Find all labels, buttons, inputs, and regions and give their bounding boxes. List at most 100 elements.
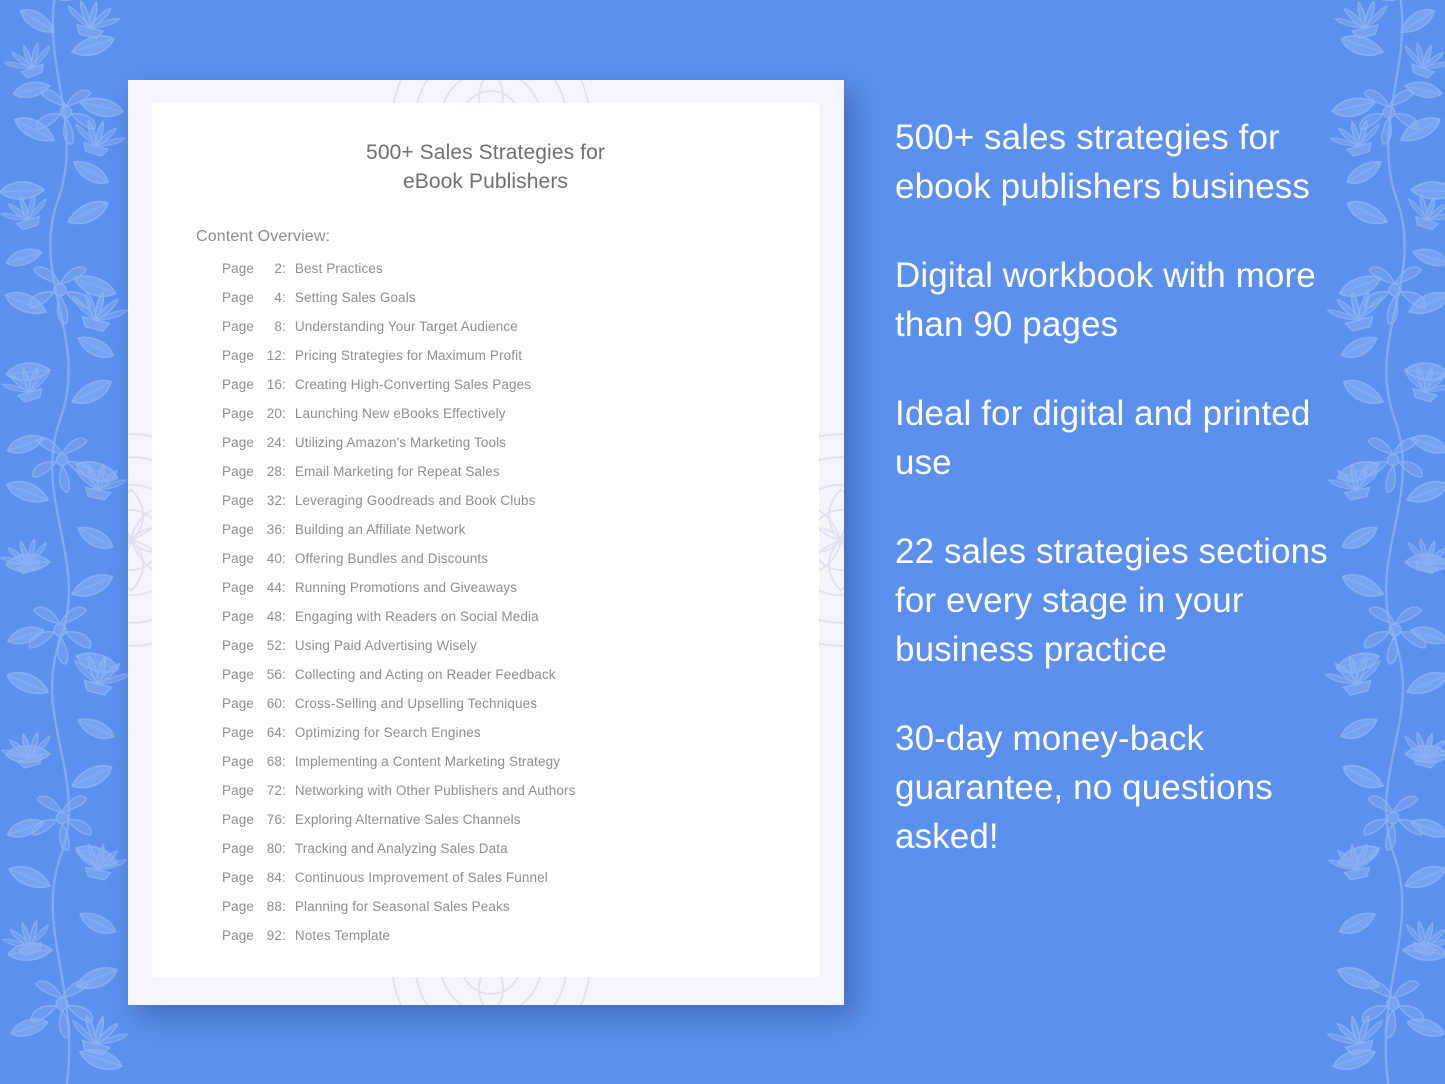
toc-separator: : xyxy=(282,783,286,798)
toc-separator: : xyxy=(282,464,286,479)
toc-page-number: 84 xyxy=(266,870,282,885)
toc-entry-title: Utilizing Amazon's Marketing Tools xyxy=(294,435,507,450)
toc-page-label: Page xyxy=(222,696,255,711)
toc-entry-title: Pricing Strategies for Maximum Profit xyxy=(294,348,523,363)
marketing-copy-block: 22 sales strategies sections for every s… xyxy=(895,532,1328,669)
toc-row: Page 12: Pricing Strategies for Maximum Pr… xyxy=(222,348,819,377)
marketing-copy-block: Digital workbook with more than 90 pages xyxy=(895,256,1316,344)
toc-page-label: Page xyxy=(222,928,255,943)
toc-page-label: Page xyxy=(222,638,255,653)
toc-entry-title: Notes Template xyxy=(294,928,391,943)
toc-page-label: Page xyxy=(222,841,255,856)
toc-page-label: Page xyxy=(222,812,255,827)
toc-row: Page 72: Networking with Other Publishers … xyxy=(222,783,819,812)
toc-page-label: Page xyxy=(222,319,255,334)
table-of-contents-list: Page 2: Best Practices Page 4: Setting Sales … xyxy=(222,261,819,957)
toc-separator: : xyxy=(282,609,286,624)
toc-separator: : xyxy=(282,696,286,711)
marketing-copy-column: 500+ sales strategies for ebook publishe… xyxy=(895,113,1365,861)
poster-background: 500+ Sales Strategies for eBook Publishe… xyxy=(0,0,1445,1084)
toc-page-label: Page xyxy=(222,899,255,914)
toc-page-number: 48 xyxy=(266,609,282,624)
toc-page-label: Page xyxy=(222,870,255,885)
toc-page-label: Page xyxy=(222,522,255,537)
toc-entry-title: Using Paid Advertising Wisely xyxy=(294,638,477,653)
toc-row: Page 40: Offering Bundles and Discounts xyxy=(222,551,819,580)
toc-page-label: Page xyxy=(222,290,255,305)
toc-entry-title: Continuous Improvement of Sales Funnel xyxy=(294,870,548,885)
toc-row: Page 76: Exploring Alternative Sales Chann… xyxy=(222,812,819,841)
toc-page-number: 20 xyxy=(266,406,282,421)
toc-entry-title: Leveraging Goodreads and Book Clubs xyxy=(294,493,536,508)
toc-separator: : xyxy=(282,493,286,508)
toc-page-label: Page xyxy=(222,725,255,740)
toc-separator: : xyxy=(282,754,286,769)
toc-page-number: 44 xyxy=(266,580,282,595)
toc-entry-title: Networking with Other Publishers and Aut… xyxy=(294,783,576,798)
page-title: 500+ Sales Strategies for eBook Publishe… xyxy=(152,138,819,196)
toc-separator: : xyxy=(282,899,286,914)
toc-row: Page 64: Optimizing for Search Engines xyxy=(222,725,819,754)
floral-vine-left-icon xyxy=(0,0,142,1084)
toc-row: Page 16: Creating High-Converting Sales Pa… xyxy=(222,377,819,406)
toc-row: Page 44: Running Promotions and Giveaways xyxy=(222,580,819,609)
toc-row: Page 68: Implementing a Content Marketing … xyxy=(222,754,819,783)
toc-entry-title: Collecting and Acting on Reader Feedback xyxy=(294,667,556,682)
toc-page-number: 2 xyxy=(274,261,282,276)
toc-separator: : xyxy=(282,319,286,334)
toc-entry-title: Setting Sales Goals xyxy=(294,290,416,305)
toc-page-label: Page xyxy=(222,754,255,769)
toc-page-number: 68 xyxy=(266,754,282,769)
toc-row: Page 4: Setting Sales Goals xyxy=(222,290,819,319)
toc-page-label: Page xyxy=(222,783,255,798)
toc-row: Page 80: Tracking and Analyzing Sales Data xyxy=(222,841,819,870)
toc-entry-title: Cross-Selling and Upselling Techniques xyxy=(294,696,538,711)
toc-entry-title: Optimizing for Search Engines xyxy=(294,725,481,740)
ebook-page-preview-card[interactable]: 500+ Sales Strategies for eBook Publishe… xyxy=(128,80,844,1005)
toc-separator: : xyxy=(282,667,286,682)
toc-page-number: 76 xyxy=(266,812,282,827)
toc-page-label: Page xyxy=(222,464,255,479)
toc-page-label: Page xyxy=(222,377,255,392)
toc-row: Page 32: Leveraging Goodreads and Book Clu… xyxy=(222,493,819,522)
toc-page-number: 32 xyxy=(266,493,282,508)
toc-separator: : xyxy=(282,580,286,595)
toc-separator: : xyxy=(282,377,286,392)
toc-page-number: 24 xyxy=(266,435,282,450)
toc-page-number: 40 xyxy=(266,551,282,566)
marketing-copy-block: Ideal for digital and printed use xyxy=(895,394,1311,482)
toc-row: Page 88: Planning for Seasonal Sales Peaks xyxy=(222,899,819,928)
toc-page-number: 92 xyxy=(266,928,282,943)
toc-entry-title: Best Practices xyxy=(294,261,383,276)
toc-separator: : xyxy=(282,638,286,653)
toc-row: Page 56: Collecting and Acting on Reader F… xyxy=(222,667,819,696)
toc-separator: : xyxy=(282,406,286,421)
toc-row: Page 48: Engaging with Readers on Social M… xyxy=(222,609,819,638)
toc-page-number: 28 xyxy=(266,464,282,479)
toc-page-number: 88 xyxy=(266,899,282,914)
toc-page-number: 36 xyxy=(266,522,282,537)
toc-separator: : xyxy=(282,725,286,740)
toc-separator: : xyxy=(282,522,286,537)
toc-separator: : xyxy=(282,928,286,943)
toc-separator: : xyxy=(282,435,286,450)
toc-row: Page 92: Notes Template xyxy=(222,928,819,957)
toc-page-number: 60 xyxy=(266,696,282,711)
toc-row: Page 8: Understanding Your Target Audience xyxy=(222,319,819,348)
toc-row: Page 20: Launching New eBooks Effectively xyxy=(222,406,819,435)
toc-page-label: Page xyxy=(222,435,255,450)
toc-entry-title: Email Marketing for Repeat Sales xyxy=(294,464,500,479)
toc-separator: : xyxy=(282,812,286,827)
toc-separator: : xyxy=(282,551,286,566)
ebook-page-sheet: 500+ Sales Strategies for eBook Publishe… xyxy=(152,103,819,977)
toc-entry-title: Planning for Seasonal Sales Peaks xyxy=(294,899,510,914)
toc-page-number: 4 xyxy=(274,290,282,305)
toc-entry-title: Offering Bundles and Discounts xyxy=(294,551,489,566)
toc-entry-title: Engaging with Readers on Social Media xyxy=(294,609,539,624)
toc-separator: : xyxy=(282,870,286,885)
toc-page-number: 80 xyxy=(266,841,282,856)
toc-entry-title: Running Promotions and Giveaways xyxy=(294,580,518,595)
toc-entry-title: Tracking and Analyzing Sales Data xyxy=(294,841,508,856)
toc-entry-title: Implementing a Content Marketing Strateg… xyxy=(294,754,561,769)
toc-page-label: Page xyxy=(222,261,255,276)
